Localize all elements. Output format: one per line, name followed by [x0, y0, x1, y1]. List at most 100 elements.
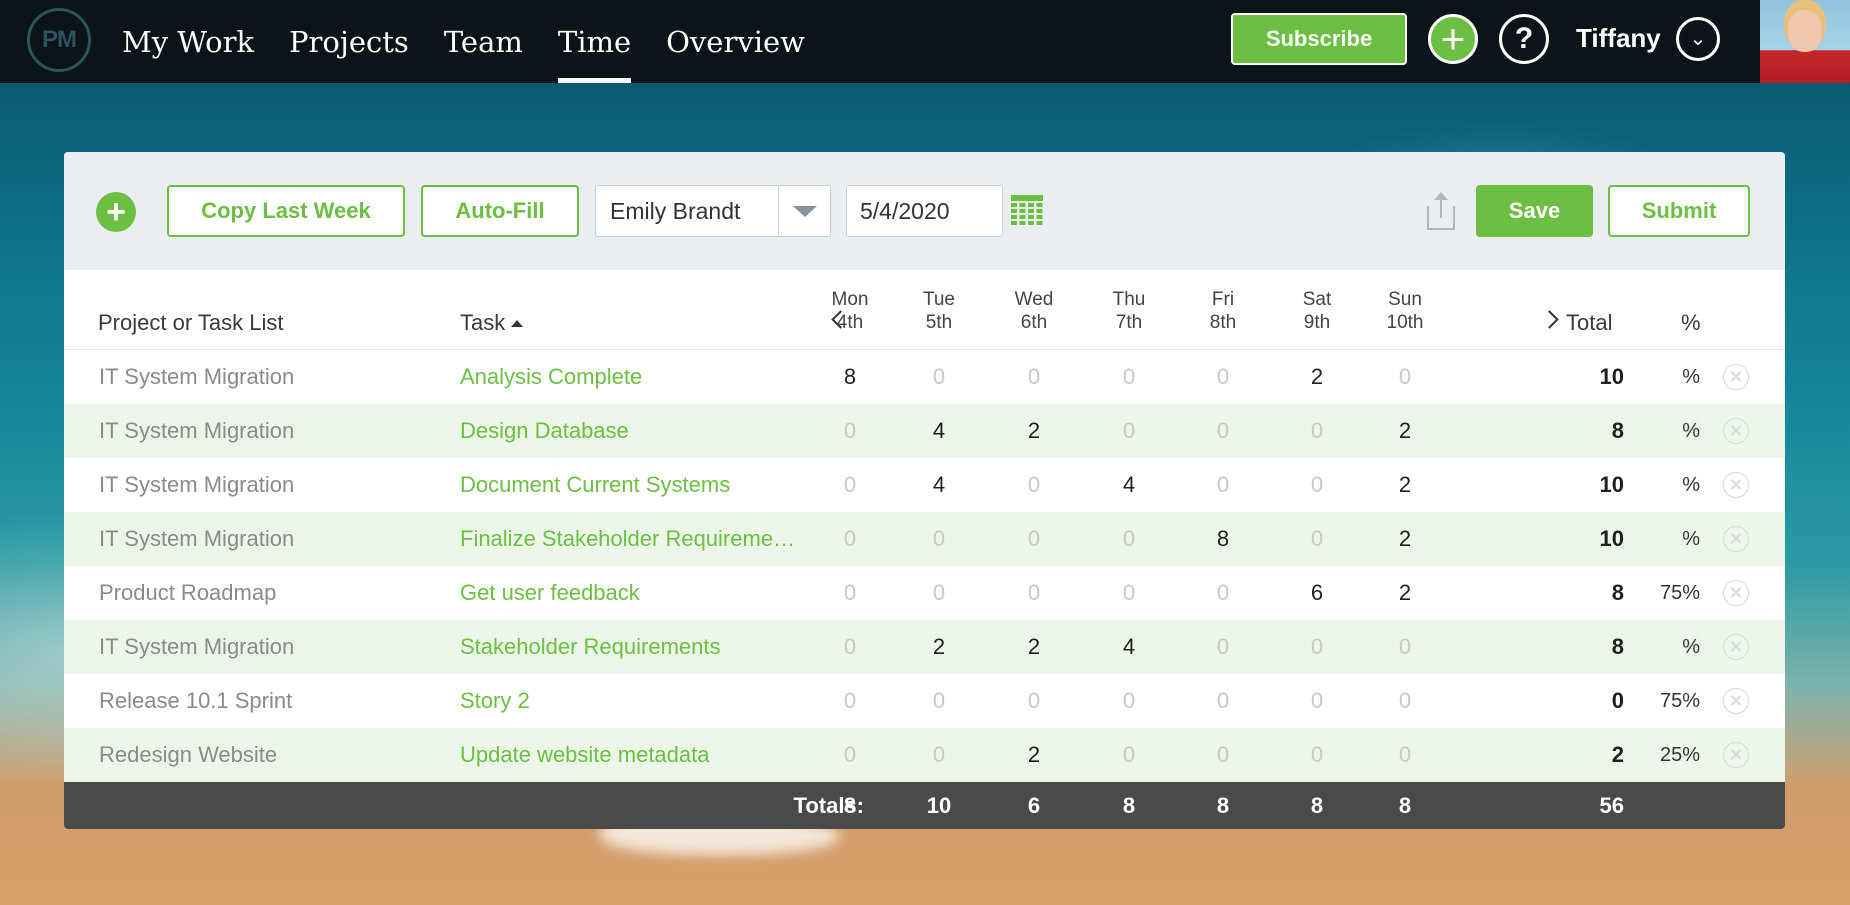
hours-input[interactable]: 2 — [1282, 350, 1352, 404]
person-select[interactable]: Emily Brandt — [595, 185, 831, 237]
hours-input[interactable]: 0 — [1094, 350, 1164, 404]
hours-input[interactable]: 0 — [999, 350, 1069, 404]
header-task[interactable]: Task — [460, 310, 524, 336]
row-percent-input[interactable]: % — [1640, 512, 1700, 566]
hours-input[interactable]: 0 — [1282, 620, 1352, 674]
hours-input[interactable]: 0 — [1370, 728, 1440, 782]
remove-row-icon[interactable] — [1723, 364, 1749, 390]
hours-input[interactable]: 6 — [1282, 566, 1352, 620]
hours-input[interactable]: 0 — [904, 350, 974, 404]
hours-input[interactable]: 0 — [999, 674, 1069, 728]
header-total[interactable]: Total — [1566, 310, 1612, 336]
copy-last-week-button[interactable]: Copy Last Week — [167, 185, 405, 237]
hours-input[interactable]: 8 — [1188, 512, 1258, 566]
remove-row-icon[interactable] — [1723, 634, 1749, 660]
hours-input[interactable]: 0 — [1282, 458, 1352, 512]
hours-input[interactable]: 0 — [1188, 458, 1258, 512]
auto-fill-button[interactable]: Auto-Fill — [421, 185, 579, 237]
hours-input[interactable]: 2 — [999, 620, 1069, 674]
remove-row-icon[interactable] — [1723, 742, 1749, 768]
header-percent[interactable]: % — [1681, 310, 1701, 336]
hours-input[interactable]: 0 — [904, 512, 974, 566]
hours-input[interactable]: 2 — [1370, 566, 1440, 620]
hours-input[interactable]: 0 — [1094, 512, 1164, 566]
hours-input[interactable]: 2 — [999, 728, 1069, 782]
hours-input[interactable]: 2 — [904, 620, 974, 674]
remove-row-icon[interactable] — [1723, 688, 1749, 714]
hours-input[interactable]: 2 — [999, 404, 1069, 458]
nav-my-work[interactable]: My Work — [122, 0, 254, 83]
hours-input[interactable]: 0 — [1094, 674, 1164, 728]
hours-input[interactable]: 0 — [815, 512, 885, 566]
header-project[interactable]: Project or Task List — [98, 310, 283, 336]
hours-input[interactable]: 0 — [1188, 404, 1258, 458]
hours-input[interactable]: 0 — [1188, 620, 1258, 674]
row-task-link[interactable]: Analysis Complete — [460, 350, 830, 404]
row-percent-input[interactable]: % — [1640, 404, 1700, 458]
hours-input[interactable]: 0 — [815, 674, 885, 728]
hours-input[interactable]: 4 — [1094, 458, 1164, 512]
hours-input[interactable]: 2 — [1370, 404, 1440, 458]
remove-row-icon[interactable] — [1723, 580, 1749, 606]
hours-input[interactable]: 0 — [999, 512, 1069, 566]
hours-input[interactable]: 0 — [1094, 404, 1164, 458]
remove-row-icon[interactable] — [1723, 526, 1749, 552]
nav-time[interactable]: Time — [557, 0, 632, 83]
hours-input[interactable]: 0 — [1188, 728, 1258, 782]
hours-input[interactable]: 4 — [904, 458, 974, 512]
dropdown-arrow-icon[interactable] — [778, 186, 830, 236]
calendar-icon[interactable] — [1011, 195, 1043, 227]
hours-input[interactable]: 0 — [904, 674, 974, 728]
week-date-input[interactable]: 5/4/2020 — [846, 185, 1003, 237]
nav-projects[interactable]: Projects — [289, 0, 409, 83]
row-task-link[interactable]: Story 2 — [460, 674, 830, 728]
row-percent-input[interactable]: 75% — [1640, 674, 1700, 728]
subscribe-button[interactable]: Subscribe — [1231, 13, 1407, 65]
remove-row-icon[interactable] — [1723, 418, 1749, 444]
save-button[interactable]: Save — [1476, 185, 1593, 237]
row-percent-input[interactable]: % — [1640, 350, 1700, 404]
hours-input[interactable]: 2 — [1370, 458, 1440, 512]
next-week-chevron-icon[interactable] — [1534, 304, 1564, 334]
submit-button[interactable]: Submit — [1608, 185, 1750, 237]
hours-input[interactable]: 0 — [815, 620, 885, 674]
hours-input[interactable]: 0 — [904, 566, 974, 620]
add-row-plus-icon[interactable]: + — [96, 192, 136, 232]
avatar[interactable] — [1760, 0, 1850, 83]
row-task-link[interactable]: Update website metadata — [460, 728, 830, 782]
row-task-link[interactable]: Get user feedback — [460, 566, 830, 620]
hours-input[interactable]: 2 — [1370, 512, 1440, 566]
hours-input[interactable]: 0 — [1282, 404, 1352, 458]
hours-input[interactable]: 0 — [815, 458, 885, 512]
row-task-link[interactable]: Design Database — [460, 404, 830, 458]
hours-input[interactable]: 0 — [1282, 512, 1352, 566]
chevron-down-icon[interactable]: ⌄ — [1676, 17, 1720, 61]
help-button[interactable]: ? — [1499, 14, 1549, 64]
hours-input[interactable]: 8 — [815, 350, 885, 404]
hours-input[interactable]: 0 — [1188, 350, 1258, 404]
nav-overview[interactable]: Overview — [666, 0, 805, 83]
hours-input[interactable]: 0 — [1370, 674, 1440, 728]
row-task-link[interactable]: Document Current Systems — [460, 458, 830, 512]
hours-input[interactable]: 0 — [1282, 728, 1352, 782]
hours-input[interactable]: 0 — [815, 728, 885, 782]
row-percent-input[interactable]: 75% — [1640, 566, 1700, 620]
hours-input[interactable]: 0 — [815, 404, 885, 458]
hours-input[interactable]: 0 — [1094, 728, 1164, 782]
app-logo[interactable]: PM — [27, 8, 91, 72]
row-percent-input[interactable]: % — [1640, 620, 1700, 674]
row-task-link[interactable]: Stakeholder Requirements — [460, 620, 830, 674]
hours-input[interactable]: 0 — [815, 566, 885, 620]
hours-input[interactable]: 0 — [1094, 566, 1164, 620]
hours-input[interactable]: 4 — [904, 404, 974, 458]
row-percent-input[interactable]: 25% — [1640, 728, 1700, 782]
hours-input[interactable]: 0 — [1188, 566, 1258, 620]
user-name[interactable]: Tiffany — [1576, 0, 1661, 77]
hours-input[interactable]: 0 — [1282, 674, 1352, 728]
plus-icon[interactable]: + — [1428, 14, 1478, 64]
hours-input[interactable]: 0 — [1188, 674, 1258, 728]
hours-input[interactable]: 0 — [1370, 620, 1440, 674]
hours-input[interactable]: 0 — [904, 728, 974, 782]
export-icon[interactable] — [1425, 192, 1457, 232]
hours-input[interactable]: 4 — [1094, 620, 1164, 674]
